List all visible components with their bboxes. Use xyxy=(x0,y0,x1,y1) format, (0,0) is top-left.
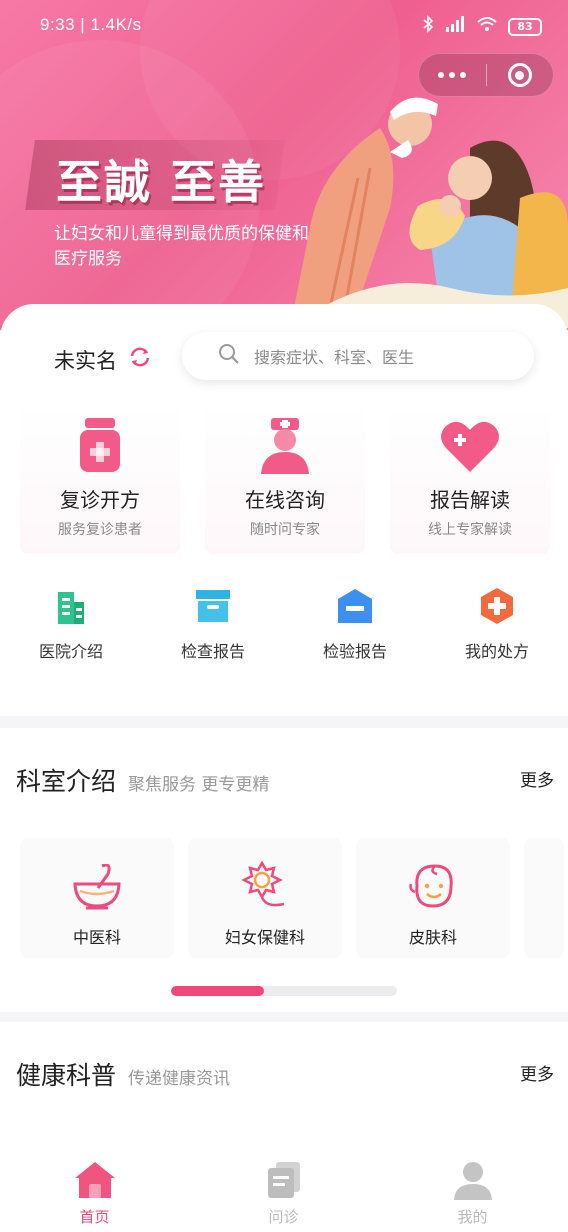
mortar-pestle-icon xyxy=(20,838,174,910)
quick-link-label: 我的处方 xyxy=(464,642,529,661)
departments-more-link[interactable]: 更多 xyxy=(520,766,554,791)
section-title: 科室介绍 xyxy=(16,767,117,796)
dept-dermatology[interactable]: 皮肤科 xyxy=(356,838,510,958)
quick-link-label: 检验报告 xyxy=(322,642,387,661)
department-label: 中医科 xyxy=(72,928,121,947)
bottom-tab-bar: 首页 问诊 我的 xyxy=(0,1152,568,1232)
verify-identity-button[interactable]: 未实名 xyxy=(54,344,153,375)
banner-subtitle: 让妇女和儿童得到最优质的保健和医疗服务 xyxy=(54,224,309,269)
lab-house-icon xyxy=(284,586,426,626)
search-placeholder: 搜索症状、科室、医生 xyxy=(254,348,415,367)
quick-link-label: 检查报告 xyxy=(180,642,245,661)
nurse-mother-illustration xyxy=(290,97,568,328)
dept-womens-health[interactable]: 妇女保健科 xyxy=(188,838,342,958)
service-revisit-prescription[interactable]: 复诊开方 服务复诊患者 xyxy=(20,404,180,554)
battery-icon: 83 xyxy=(508,17,542,36)
hospital-building-icon xyxy=(0,586,142,626)
link-exam-report[interactable]: 检查报告 xyxy=(142,586,284,666)
banner-slogan: 至誠 至善 xyxy=(56,155,267,209)
user-icon xyxy=(451,1162,495,1204)
service-subtitle: 线上专家解读 xyxy=(428,522,512,538)
tab-label: 我的 xyxy=(457,1208,488,1226)
department-section: 科室介绍 聚焦服务 更专更精 更多 中医科 妇女保健科 皮肤科 xyxy=(0,728,568,1012)
section-title: 健康科普 xyxy=(16,1061,117,1090)
heart-icon xyxy=(390,404,550,474)
link-my-prescription[interactable]: 我的处方 xyxy=(426,586,568,666)
department-carousel[interactable]: 中医科 妇女保健科 皮肤科 xyxy=(20,838,568,958)
status-bar: 9:33 | 1.4K/s 83 xyxy=(0,12,568,40)
link-hospital-intro[interactable]: 医院介绍 xyxy=(0,586,142,666)
main-panel: 未实名 搜索症状、科室、医生 复诊开方 服务复诊患者 在线咨询 随时问专家 报告… xyxy=(0,304,568,716)
tab-label: 首页 xyxy=(79,1208,110,1226)
carousel-scroll-thumb xyxy=(171,986,264,996)
bluetooth-icon xyxy=(422,15,434,38)
flower-icon xyxy=(188,838,342,910)
service-report-interpret[interactable]: 报告解读 线上专家解读 xyxy=(390,404,550,554)
service-online-consult[interactable]: 在线咨询 随时问专家 xyxy=(205,404,365,554)
dept-next-peek[interactable] xyxy=(524,838,564,958)
signal-icon xyxy=(444,15,466,38)
quick-link-label: 医院介绍 xyxy=(38,642,103,661)
service-row: 复诊开方 服务复诊患者 在线咨询 随时问专家 报告解读 线上专家解读 xyxy=(20,404,550,554)
target-icon xyxy=(507,63,532,87)
section-subtitle: 传递健康资讯 xyxy=(128,1069,230,1089)
medical-cross-icon xyxy=(426,586,568,626)
section-subtitle: 聚焦服务 更专更精 xyxy=(128,775,270,795)
archive-box-icon xyxy=(142,586,284,626)
user-status-label: 未实名 xyxy=(54,348,117,373)
search-input[interactable]: 搜索症状、科室、医生 xyxy=(182,332,534,380)
baby-face-icon xyxy=(356,838,510,910)
quick-link-row: 医院介绍 检查报告 检验报告 我的处方 xyxy=(0,586,568,666)
service-title: 在线咨询 xyxy=(245,488,325,512)
document-stack-icon xyxy=(262,1162,306,1204)
dept-tcm[interactable]: 中医科 xyxy=(20,838,174,958)
wifi-icon xyxy=(476,15,498,38)
search-icon xyxy=(218,343,240,369)
department-label: 皮肤科 xyxy=(408,928,457,947)
status-icons: 83 xyxy=(422,15,542,38)
link-lab-report[interactable]: 检验报告 xyxy=(284,586,426,666)
medicine-bottle-icon xyxy=(20,404,180,474)
doctor-icon xyxy=(205,404,365,474)
department-label: 妇女保健科 xyxy=(224,928,305,947)
health-more-link[interactable]: 更多 xyxy=(520,1060,554,1085)
home-icon xyxy=(73,1162,117,1204)
carousel-scrollbar xyxy=(171,986,397,996)
tab-label: 问诊 xyxy=(268,1208,299,1226)
tab-consult[interactable]: 问诊 xyxy=(189,1152,378,1232)
service-subtitle: 服务复诊患者 xyxy=(58,522,142,538)
service-subtitle: 随时问专家 xyxy=(250,522,320,538)
tab-profile[interactable]: 我的 xyxy=(378,1152,567,1232)
service-title: 复诊开方 xyxy=(60,488,140,512)
status-time: 9:33 | 1.4K/s xyxy=(40,15,142,34)
refresh-icon xyxy=(127,344,153,375)
tab-home[interactable]: 首页 xyxy=(0,1152,189,1232)
service-title: 报告解读 xyxy=(430,488,510,512)
hero-banner[interactable]: 9:33 | 1.4K/s 83 至誠 至善 让妇女和儿童得到最优质的保健和医疗… xyxy=(0,0,568,330)
